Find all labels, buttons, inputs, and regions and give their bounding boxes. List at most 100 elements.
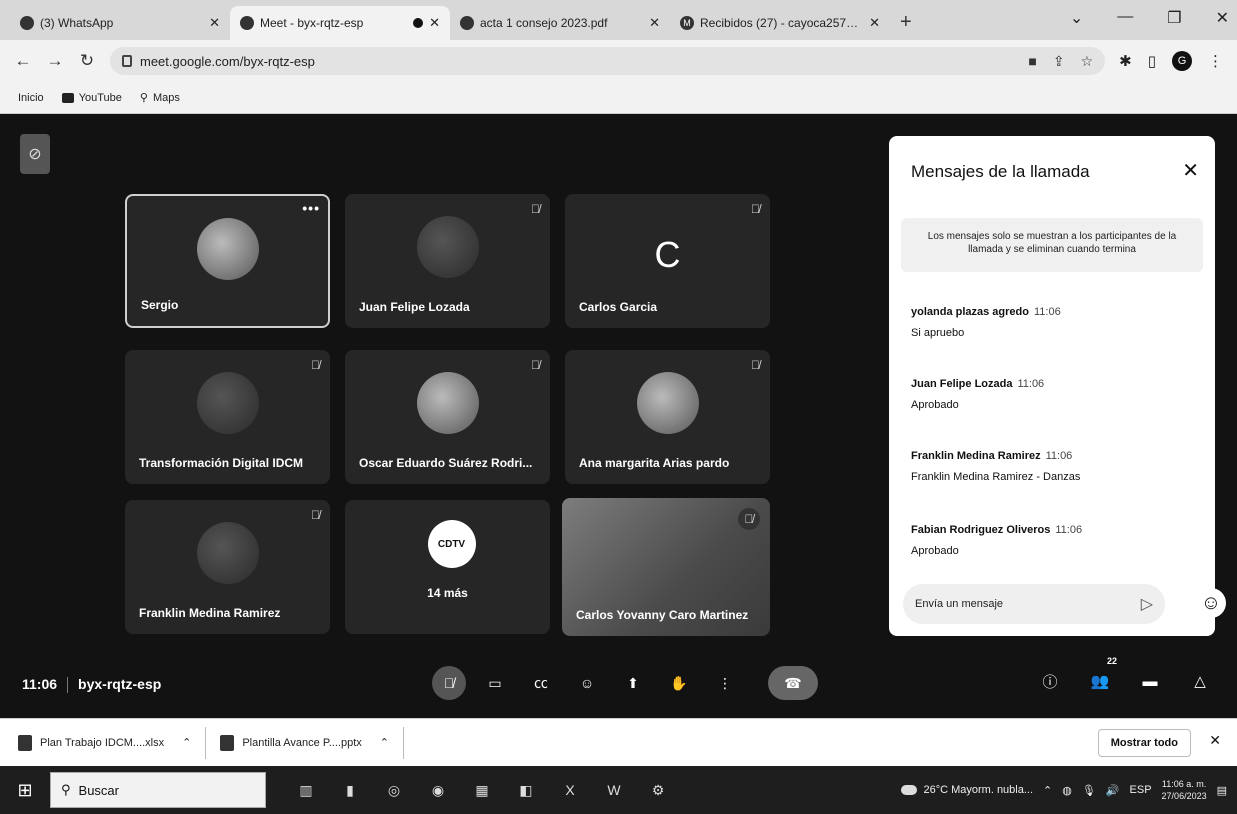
participant-tile[interactable]: 🎙̸ Ana margarita Arias pardo: [565, 350, 770, 484]
participant-tile[interactable]: 🎙̸ Oscar Eduardo Suárez Rodri...: [345, 350, 550, 484]
participant-video-tile[interactable]: 🎙̸ Carlos Yovanny Caro Martinez: [562, 498, 770, 636]
clock[interactable]: 11:06 a. m. 27/06/2023: [1162, 778, 1207, 802]
forward-button[interactable]: →: [46, 51, 64, 71]
download-item[interactable]: Plantilla Avance P....pptx ⌃: [220, 726, 404, 759]
new-tab-button[interactable]: +: [900, 6, 912, 40]
show-all-downloads-button[interactable]: Mostrar todo: [1097, 729, 1191, 757]
bookmark-inicio[interactable]: Inicio: [18, 92, 44, 104]
more-options-button[interactable]: ⋮: [708, 666, 742, 700]
message-sender: yolanda plazas agredo: [911, 306, 1029, 318]
taskbar-search[interactable]: ⚲ Buscar: [50, 772, 266, 808]
microphone-icon[interactable]: 🎙: [1082, 784, 1096, 797]
chat-message: Fabian Rodriguez Oliveros 11:06 Aprobado: [911, 524, 1201, 557]
camera-toggle-button[interactable]: ▭: [478, 666, 512, 700]
meeting-info: 11:06 byx-rqtz-esp: [22, 676, 162, 694]
chat-title: Mensajes de la llamada: [911, 162, 1090, 181]
avatar: [636, 372, 699, 434]
close-tab-icon[interactable]: ✕: [649, 15, 660, 31]
more-options-icon[interactable]: •••: [302, 200, 320, 216]
close-window-button[interactable]: ✕: [1216, 8, 1229, 28]
close-icon[interactable]: ✕: [1209, 732, 1221, 749]
minimize-button[interactable]: —: [1117, 8, 1133, 28]
close-tab-icon[interactable]: ✕: [429, 15, 440, 31]
present-screen-button[interactable]: ⬆: [616, 666, 650, 700]
call-controls: 🎙̸ ▭ ㏄ ☺ ⬆ ✋ ⋮ ☎: [432, 666, 818, 700]
activities-button[interactable]: △: [1185, 666, 1215, 696]
tab-search-icon[interactable]: ⌄: [1070, 8, 1083, 28]
raise-hand-button[interactable]: ✋: [662, 666, 696, 700]
leave-call-button[interactable]: ☎: [768, 666, 818, 700]
task-view-icon[interactable]: ▥: [296, 780, 316, 800]
chevron-up-icon[interactable]: ⌃: [1043, 784, 1052, 797]
meeting-time: 11:06: [22, 676, 58, 692]
tab-meet[interactable]: Meet - byx-rqtz-esp ✕: [230, 6, 450, 40]
chat-button[interactable]: ▬: [1135, 666, 1165, 696]
maximize-button[interactable]: ❐: [1167, 8, 1181, 28]
close-tab-icon[interactable]: ✕: [869, 15, 880, 31]
windows-start-icon[interactable]: ⊞: [0, 780, 50, 801]
participant-tile[interactable]: 🎙̸ Transformación Digital IDCM: [125, 350, 330, 484]
weather-widget[interactable]: 26°C Mayorm. nubla...: [901, 784, 1033, 796]
reload-button[interactable]: ↻: [78, 51, 96, 71]
bookmark-maps[interactable]: ⚲ Maps: [140, 91, 180, 105]
back-button[interactable]: ←: [14, 51, 32, 71]
people-button[interactable]: 👥 22: [1085, 656, 1117, 696]
tab-whatsapp[interactable]: (3) WhatsApp ✕: [10, 6, 230, 40]
reactions-button[interactable]: ☺: [570, 666, 604, 700]
network-icon[interactable]: ◍: [1062, 784, 1072, 797]
bookmark-star-icon[interactable]: ☆: [1081, 53, 1094, 70]
bookmarks-bar: Inicio YouTube ⚲ Maps: [0, 82, 1237, 114]
chrome-icon[interactable]: ◉: [428, 780, 448, 800]
message-sender: Franklin Medina Ramirez: [911, 450, 1041, 462]
tab-pdf[interactable]: acta 1 consejo 2023.pdf ✕: [450, 6, 670, 40]
participant-name: Franklin Medina Ramirez: [139, 606, 281, 620]
whatsapp-icon: [20, 16, 34, 30]
extensions-icon[interactable]: ✱: [1119, 52, 1132, 70]
camera-indicator-icon[interactable]: ■: [1028, 53, 1036, 70]
app-icon[interactable]: ◧: [516, 780, 536, 800]
participant-tile[interactable]: C 🎙̸ Carlos Garcia: [565, 194, 770, 328]
avatar: [416, 216, 479, 278]
word-icon[interactable]: W: [604, 780, 624, 800]
opera-icon[interactable]: ◎: [384, 780, 404, 800]
menu-icon[interactable]: ⋮: [1208, 52, 1223, 70]
close-icon[interactable]: ✕: [1182, 158, 1199, 183]
participant-tile[interactable]: ••• Sergio: [125, 194, 330, 328]
powerpoint-file-icon: [220, 734, 235, 751]
more-participants-tile[interactable]: CDTV 14 más: [345, 500, 550, 634]
participant-tile[interactable]: 🎙̸ Franklin Medina Ramirez: [125, 500, 330, 634]
excel-icon[interactable]: X: [560, 780, 580, 800]
participant-tile[interactable]: 🎙̸ Juan Felipe Lozada: [345, 194, 550, 328]
volume-icon[interactable]: 🔊: [1106, 784, 1120, 797]
avatar: CDTV: [427, 520, 476, 568]
side-panel-icon[interactable]: ▯: [1148, 52, 1156, 70]
file-explorer-icon[interactable]: ▮: [340, 780, 360, 800]
send-icon[interactable]: ▷: [1141, 594, 1153, 614]
bookmark-youtube[interactable]: YouTube: [61, 92, 122, 104]
emoji-reaction-icon[interactable]: ☺: [1196, 588, 1226, 618]
chat-message-input[interactable]: Envía un mensaje ▷: [903, 584, 1165, 624]
address-bar[interactable]: meet.google.com/byx-rqtz-esp ■ ⇪ ☆: [110, 47, 1106, 75]
language-indicator[interactable]: ESP: [1130, 784, 1152, 796]
participant-name: Carlos Yovanny Caro Martinez: [576, 608, 749, 622]
close-tab-icon[interactable]: ✕: [209, 15, 220, 31]
notifications-icon[interactable]: ▤: [1217, 784, 1227, 797]
meeting-code: byx-rqtz-esp: [78, 676, 162, 692]
excel-file-icon: [18, 734, 32, 751]
profile-avatar[interactable]: G: [1172, 51, 1192, 71]
store-icon[interactable]: ▦: [472, 780, 492, 800]
lock-icon[interactable]: [122, 55, 132, 67]
share-icon[interactable]: ⇪: [1053, 53, 1065, 70]
mic-toggle-button[interactable]: 🎙̸: [432, 666, 466, 700]
meeting-details-button[interactable]: ⓘ: [1035, 666, 1065, 696]
settings-gear-icon[interactable]: ⚙: [648, 780, 668, 800]
captions-button[interactable]: ㏄: [524, 666, 558, 700]
avatar: [416, 372, 479, 434]
clock-time: 11:06 a. m.: [1161, 779, 1207, 789]
camera-off-icon[interactable]: ⊘: [20, 134, 50, 174]
meet-icon: [240, 16, 254, 30]
chevron-up-icon[interactable]: ⌃: [182, 736, 191, 749]
chevron-up-icon[interactable]: ⌃: [380, 736, 389, 749]
tab-gmail[interactable]: M Recibidos (27) - cayoca2570@g ✕: [670, 6, 890, 40]
download-item[interactable]: Plan Trabajo IDCM....xlsx ⌃: [18, 726, 207, 759]
